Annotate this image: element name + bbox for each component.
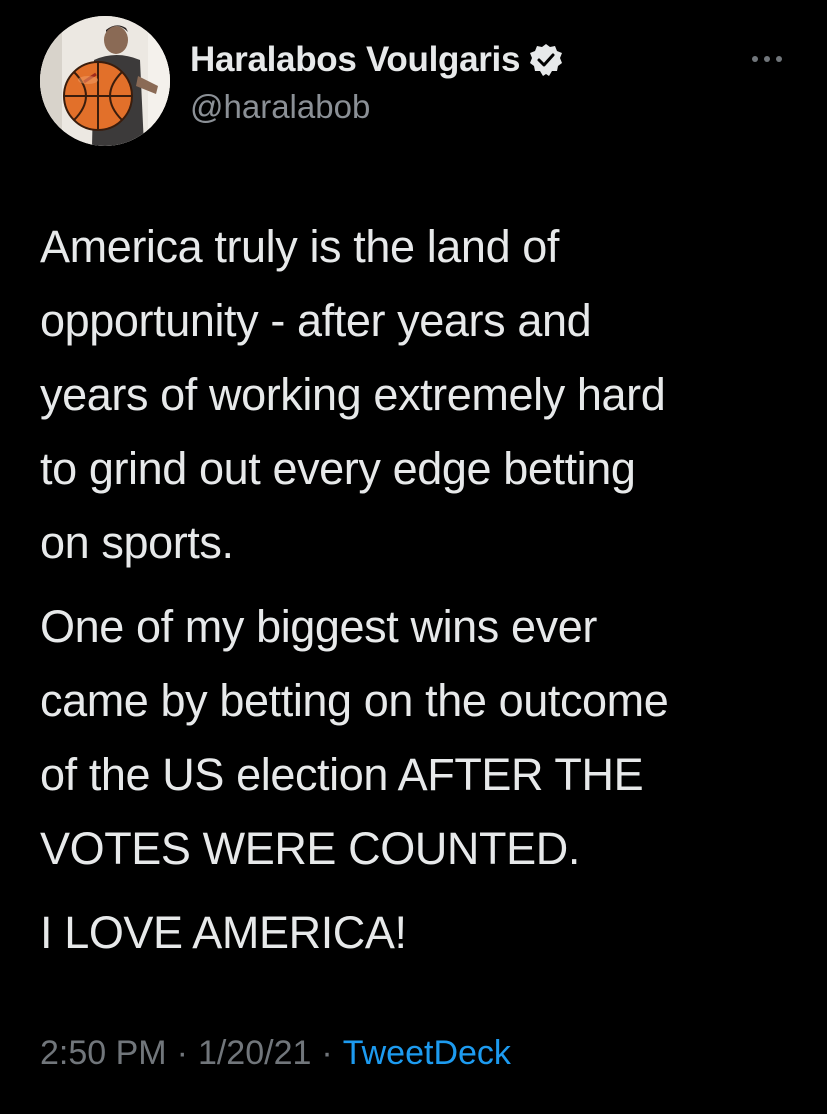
tweet-time[interactable]: 2:50 PM (40, 1034, 167, 1073)
avatar-basketball-photo-icon (40, 16, 170, 146)
tweet-date[interactable]: 1/20/21 (198, 1034, 311, 1073)
tweet-text: America truly is the land of opportunity… (40, 210, 800, 980)
tweet-paragraph: I LOVE AMERICA! (40, 907, 407, 958)
verified-badge-icon (528, 42, 564, 78)
more-options-icon[interactable] (752, 44, 782, 74)
avatar[interactable] (40, 16, 170, 146)
author-display-name[interactable]: Haralabos Voulgaris (190, 40, 520, 80)
separator-dot: · (321, 1034, 333, 1072)
more-dot (776, 56, 782, 62)
tweet-metadata: 2:50 PM · 1/20/21 · TweetDeck (40, 1034, 511, 1073)
tweet-paragraph: One of my biggest wins ever came by bett… (40, 601, 669, 874)
separator-dot: · (176, 1034, 188, 1072)
tweet-paragraph: America truly is the land of opportunity… (40, 221, 666, 568)
more-dot (764, 56, 770, 62)
tweet: Haralabos Voulgaris @haralabob America t… (0, 0, 827, 1114)
author-name-row[interactable]: Haralabos Voulgaris (190, 38, 564, 82)
more-dot (752, 56, 758, 62)
author-handle[interactable]: @haralabob (190, 88, 370, 126)
tweet-source-link[interactable]: TweetDeck (343, 1034, 511, 1073)
